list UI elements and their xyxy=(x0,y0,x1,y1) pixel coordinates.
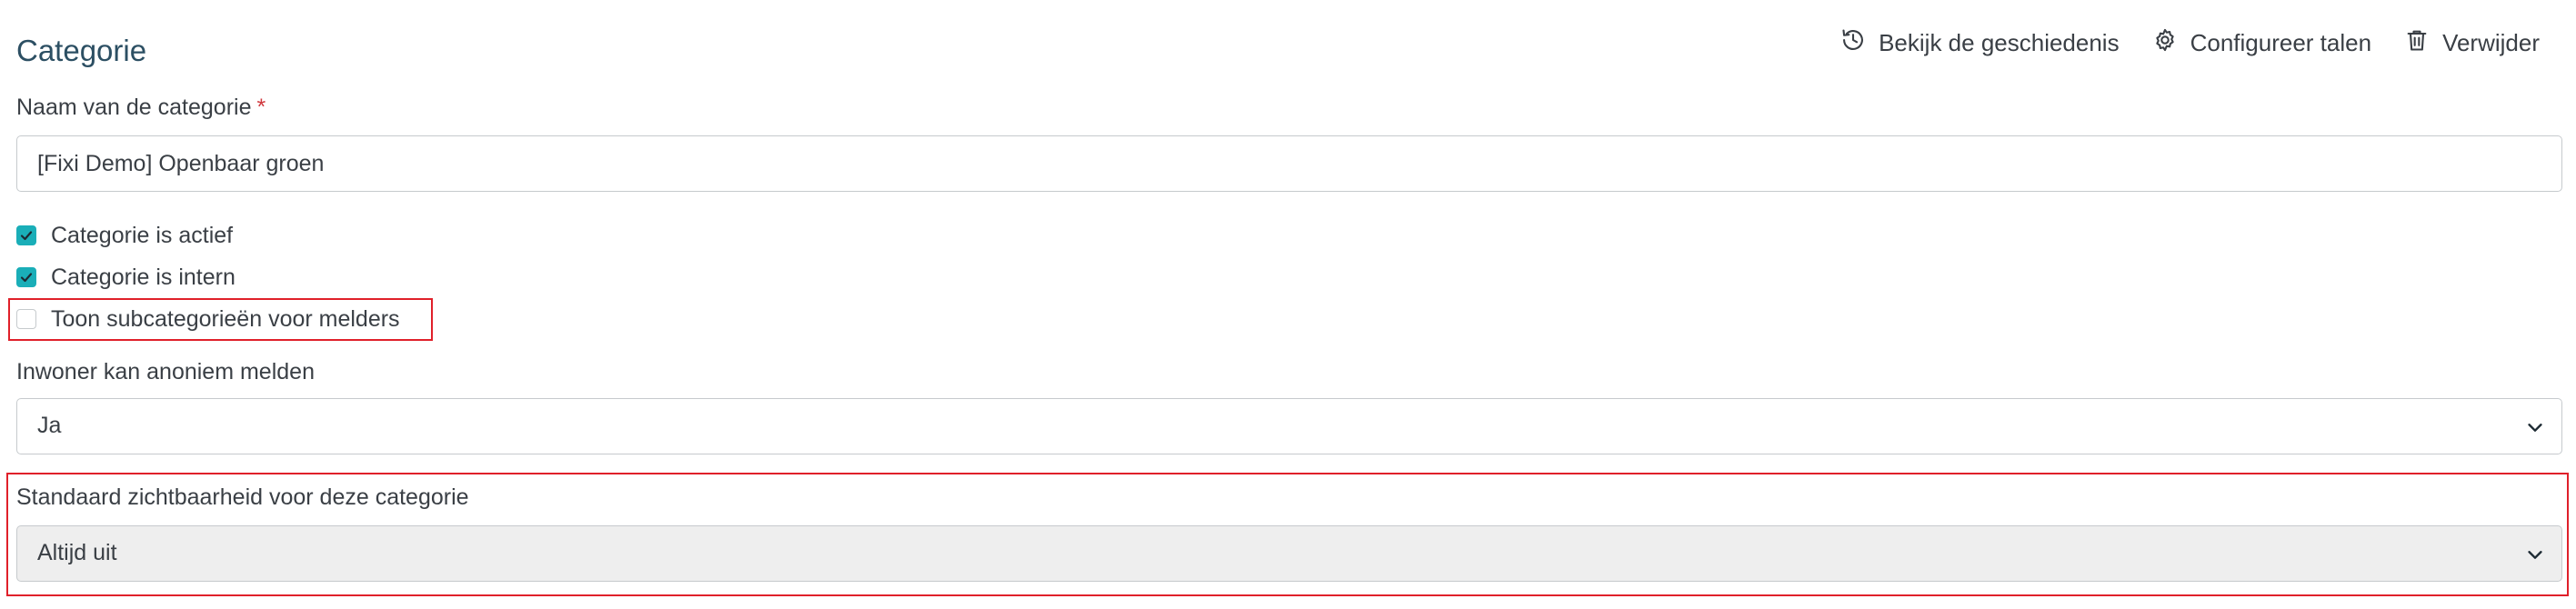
chevron-down-icon xyxy=(2528,551,2542,559)
visibility-select[interactable]: Altijd uit xyxy=(16,525,2562,582)
chevron-down-icon xyxy=(2528,424,2542,432)
header-actions: Bekijk de geschiedenis Configureer talen xyxy=(1840,27,2540,59)
checkbox-active-box[interactable] xyxy=(16,225,36,245)
configure-languages-button[interactable]: Configureer talen xyxy=(2152,27,2371,59)
checkbox-internal-label: Categorie is intern xyxy=(51,264,236,290)
checkbox-internal-box[interactable] xyxy=(16,267,36,287)
checkmark-icon xyxy=(20,231,33,241)
delete-label: Verwijder xyxy=(2442,29,2540,56)
trash-icon xyxy=(2404,27,2430,59)
checkmark-icon xyxy=(20,273,33,283)
visibility-value: Altijd uit xyxy=(37,540,117,565)
checkbox-category-internal[interactable]: Categorie is intern xyxy=(16,263,236,292)
category-form: Categorie Bekijk de geschiedenis Configu… xyxy=(0,0,2576,609)
gear-icon xyxy=(2152,27,2178,59)
checkbox-subcategories-label: Toon subcategorieën voor melders xyxy=(51,305,400,332)
required-marker: * xyxy=(256,95,266,120)
configure-languages-label: Configureer talen xyxy=(2190,29,2372,56)
checkbox-category-active[interactable]: Categorie is actief xyxy=(16,221,233,250)
checkbox-subcategories-box[interactable] xyxy=(16,309,36,329)
checkbox-show-subcategories[interactable]: Toon subcategorieën voor melders xyxy=(16,304,400,334)
category-name-label: Naam van de categorie * xyxy=(16,93,266,122)
anonymous-report-select[interactable]: Ja xyxy=(16,398,2562,454)
checkbox-active-label: Categorie is actief xyxy=(51,222,234,248)
view-history-label: Bekijk de geschiedenis xyxy=(1879,29,2120,56)
page-title: Categorie xyxy=(16,34,147,67)
anonymous-report-label: Inwoner kan anoniem melden xyxy=(16,359,315,384)
category-name-label-text: Naam van de categorie xyxy=(16,95,252,120)
visibility-label: Standaard zichtbaarheid voor deze catego… xyxy=(16,484,469,510)
anonymous-report-value: Ja xyxy=(37,413,62,438)
category-name-input[interactable] xyxy=(16,135,2562,192)
delete-button[interactable]: Verwijder xyxy=(2404,27,2540,59)
history-icon xyxy=(1840,27,1866,59)
view-history-button[interactable]: Bekijk de geschiedenis xyxy=(1840,27,2120,59)
